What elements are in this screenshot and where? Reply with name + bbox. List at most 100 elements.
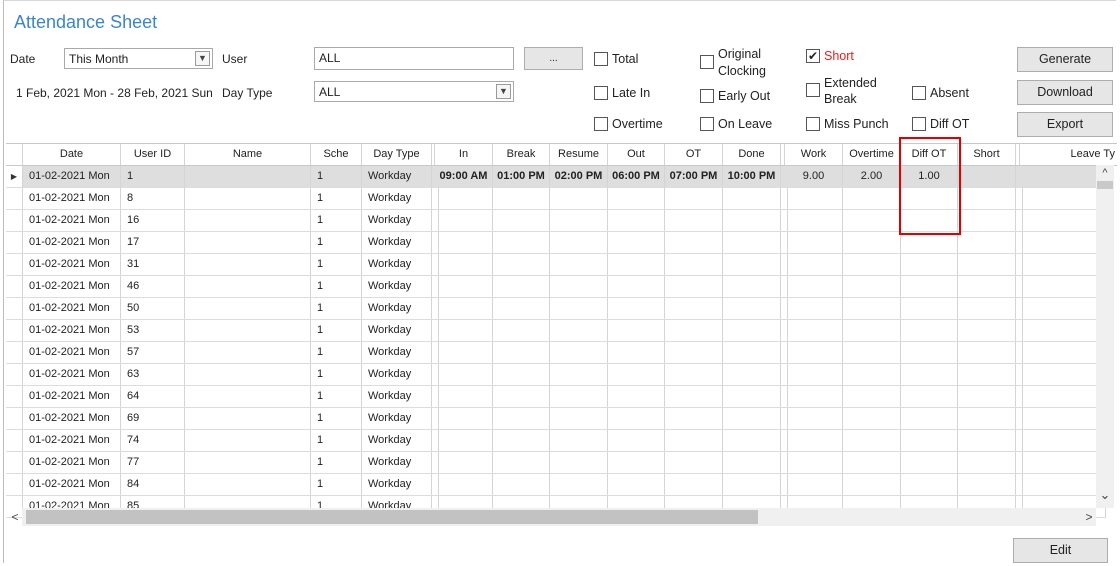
- scroll-up-icon[interactable]: ^: [1096, 165, 1114, 179]
- table-row[interactable]: 01-02-2021 Mon 63 1 Workday: [6, 364, 1106, 386]
- column-header-leave-type[interactable]: Leave Ty: [1020, 144, 1117, 165]
- cell-out[interactable]: [608, 474, 665, 495]
- cell-overtime[interactable]: [843, 188, 901, 209]
- cell-work[interactable]: [785, 298, 843, 319]
- row-indicator[interactable]: [6, 474, 23, 495]
- cell-name[interactable]: [185, 474, 311, 495]
- cell-sche[interactable]: 1: [311, 474, 362, 495]
- cell-overtime[interactable]: [843, 452, 901, 473]
- cell-break[interactable]: [493, 276, 550, 297]
- cell-user-id[interactable]: 17: [121, 232, 185, 253]
- user-input[interactable]: ALL: [314, 47, 514, 70]
- export-button[interactable]: Export: [1017, 112, 1113, 137]
- cell-overtime[interactable]: [843, 342, 901, 363]
- cell-diff-ot[interactable]: [901, 320, 958, 341]
- cell-in[interactable]: [435, 452, 493, 473]
- cell-short[interactable]: [958, 452, 1016, 473]
- row-indicator[interactable]: [6, 320, 23, 341]
- cell-name[interactable]: [185, 430, 311, 451]
- row-indicator[interactable]: [6, 188, 23, 209]
- cell-break[interactable]: [493, 430, 550, 451]
- cell-user-id[interactable]: 16: [121, 210, 185, 231]
- cell-user-id[interactable]: 50: [121, 298, 185, 319]
- cell-sche[interactable]: 1: [311, 342, 362, 363]
- cell-overtime[interactable]: [843, 210, 901, 231]
- cell-leave-type[interactable]: [1020, 320, 1106, 341]
- cell-done[interactable]: 10:00 PM: [723, 166, 781, 187]
- column-header-work[interactable]: Work: [785, 144, 843, 165]
- cell-date[interactable]: 01-02-2021 Mon: [23, 408, 121, 429]
- cell-break[interactable]: [493, 254, 550, 275]
- cell-user-id[interactable]: 8: [121, 188, 185, 209]
- cell-work[interactable]: [785, 320, 843, 341]
- cell-day-type[interactable]: Workday: [362, 342, 432, 363]
- cell-break[interactable]: 01:00 PM: [493, 166, 550, 187]
- cell-date[interactable]: 01-02-2021 Mon: [23, 276, 121, 297]
- cell-sche[interactable]: 1: [311, 452, 362, 473]
- cell-leave-type[interactable]: [1020, 298, 1106, 319]
- cell-done[interactable]: [723, 276, 781, 297]
- cell-done[interactable]: [723, 298, 781, 319]
- cell-user-id[interactable]: 57: [121, 342, 185, 363]
- cell-work[interactable]: [785, 254, 843, 275]
- cell-break[interactable]: [493, 188, 550, 209]
- cell-ot[interactable]: [665, 430, 723, 451]
- cell-work[interactable]: [785, 276, 843, 297]
- chevron-down-icon[interactable]: ▼: [496, 84, 511, 99]
- cell-date[interactable]: 01-02-2021 Mon: [23, 254, 121, 275]
- cell-overtime[interactable]: [843, 254, 901, 275]
- cell-resume[interactable]: [550, 210, 608, 231]
- cell-overtime[interactable]: [843, 430, 901, 451]
- cell-diff-ot[interactable]: [901, 232, 958, 253]
- cell-break[interactable]: [493, 386, 550, 407]
- horizontal-scroll-thumb[interactable]: [26, 510, 758, 524]
- table-row[interactable]: 01-02-2021 Mon 74 1 Workday: [6, 430, 1106, 452]
- row-indicator[interactable]: [6, 386, 23, 407]
- cell-in[interactable]: [435, 342, 493, 363]
- cell-short[interactable]: [958, 408, 1016, 429]
- table-row[interactable]: 01-02-2021 Mon 64 1 Workday: [6, 386, 1106, 408]
- cell-ot[interactable]: [665, 298, 723, 319]
- miss-punch-checkbox[interactable]: [806, 117, 820, 131]
- scroll-left-icon[interactable]: <: [8, 508, 22, 526]
- cell-date[interactable]: 01-02-2021 Mon: [23, 210, 121, 231]
- cell-sche[interactable]: 1: [311, 166, 362, 187]
- vertical-scrollbar[interactable]: ^ ⌄: [1096, 165, 1114, 508]
- cell-break[interactable]: [493, 452, 550, 473]
- cell-resume[interactable]: [550, 386, 608, 407]
- cell-out[interactable]: 06:00 PM: [608, 166, 665, 187]
- column-header-out[interactable]: Out: [608, 144, 665, 165]
- cell-ot[interactable]: [665, 188, 723, 209]
- column-header-short[interactable]: Short: [958, 144, 1016, 165]
- cell-day-type[interactable]: Workday: [362, 474, 432, 495]
- cell-out[interactable]: [608, 342, 665, 363]
- cell-leave-type[interactable]: [1020, 430, 1106, 451]
- cell-sche[interactable]: 1: [311, 298, 362, 319]
- short-checkbox[interactable]: ✔: [806, 49, 820, 63]
- cell-in[interactable]: [435, 408, 493, 429]
- cell-date[interactable]: 01-02-2021 Mon: [23, 298, 121, 319]
- cell-short[interactable]: [958, 276, 1016, 297]
- daytype-select[interactable]: ALL ▼: [314, 81, 514, 102]
- cell-sche[interactable]: 1: [311, 276, 362, 297]
- absent-checkbox[interactable]: [912, 86, 926, 100]
- cell-out[interactable]: [608, 386, 665, 407]
- cell-user-id[interactable]: 31: [121, 254, 185, 275]
- cell-diff-ot[interactable]: [901, 364, 958, 385]
- cell-day-type[interactable]: Workday: [362, 452, 432, 473]
- on-leave-checkbox[interactable]: [700, 117, 714, 131]
- cell-name[interactable]: [185, 254, 311, 275]
- cell-name[interactable]: [185, 276, 311, 297]
- cell-done[interactable]: [723, 232, 781, 253]
- column-header-done[interactable]: Done: [723, 144, 781, 165]
- cell-out[interactable]: [608, 298, 665, 319]
- cell-diff-ot[interactable]: [901, 342, 958, 363]
- cell-work[interactable]: [785, 364, 843, 385]
- cell-day-type[interactable]: Workday: [362, 166, 432, 187]
- cell-date[interactable]: 01-02-2021 Mon: [23, 364, 121, 385]
- cell-work[interactable]: [785, 232, 843, 253]
- cell-date[interactable]: 01-02-2021 Mon: [23, 166, 121, 187]
- cell-user-id[interactable]: 46: [121, 276, 185, 297]
- cell-work[interactable]: [785, 386, 843, 407]
- cell-work[interactable]: [785, 474, 843, 495]
